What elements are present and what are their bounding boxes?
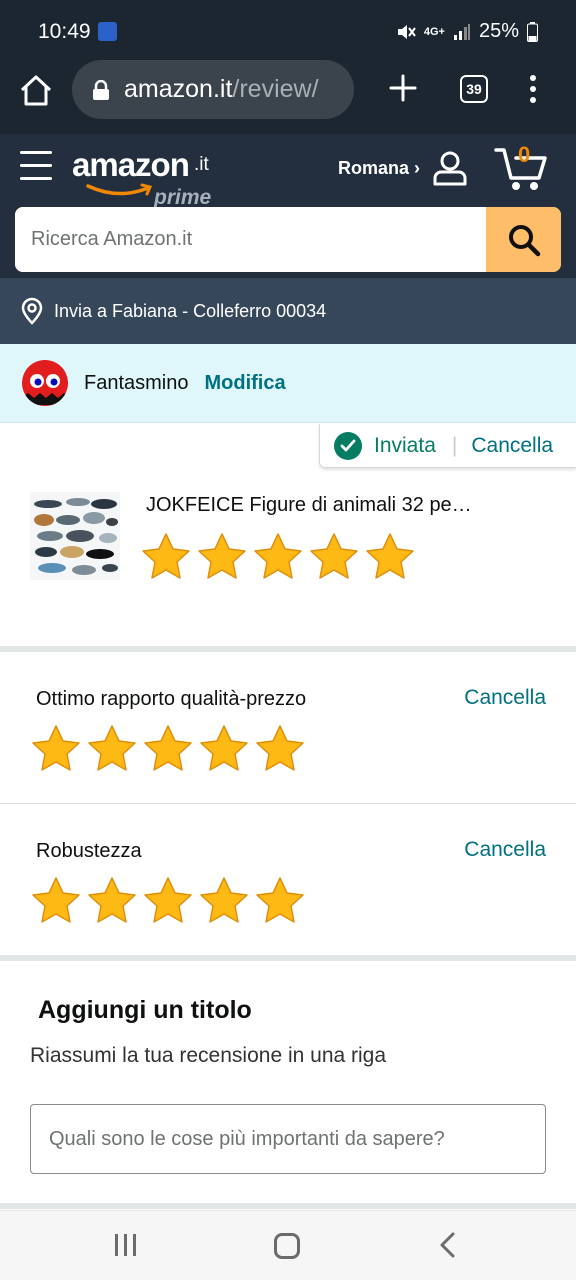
avatar [22,360,68,406]
status-indicators: 4G+ 25% [396,20,538,43]
attribute-rating-value: Ottimo rapporto qualità-prezzo Cancella [0,652,576,802]
attribute-cancel-link[interactable]: Cancella [464,838,546,862]
recent-apps-icon[interactable] [113,1233,139,1257]
battery-icon [527,21,538,42]
review-status-tag: Inviata | Cancella [319,424,576,468]
review-title-input[interactable] [30,1104,546,1174]
url-path: /review/ [232,75,319,103]
attribute-stars [30,724,306,774]
star-4[interactable] [308,532,360,582]
system-navigation-bar [0,1210,576,1280]
attribute-cancel-link[interactable]: Cancella [464,686,546,710]
animal-figures-image [30,492,120,580]
star-2[interactable] [196,532,248,582]
star-3[interactable] [252,532,304,582]
star-2[interactable] [86,724,138,774]
star-4[interactable] [198,724,250,774]
overflow-menu-icon[interactable] [526,73,540,105]
back-icon[interactable] [438,1231,458,1259]
product-summary: JOKFEICE Figure di animali 32 pe… [0,488,576,646]
star-4[interactable] [198,876,250,926]
star-1[interactable] [30,876,82,926]
search-button[interactable] [486,207,561,272]
logo-word: amazon [72,146,190,183]
search-bar [15,207,561,272]
cart-count: 0 [518,142,531,167]
check-icon [334,431,362,460]
edit-profile-link[interactable]: Modifica [205,372,286,395]
star-1[interactable] [30,724,82,774]
overall-rating-stars [140,532,416,582]
star-5[interactable] [254,876,306,926]
notification-icon [98,22,117,41]
reviewer-profile: Fantasmino Modifica [0,344,576,423]
product-thumbnail [30,492,120,580]
amazon-header: amazon .it prime Romana › 0 [0,134,576,278]
home-nav-icon[interactable] [274,1233,300,1259]
attribute-label: Robustezza [36,840,142,862]
lock-icon [93,79,109,100]
url-bar[interactable]: amazon.it/review/ [72,60,354,119]
logo-tld: .it [194,154,209,175]
attribute-stars [30,876,306,926]
star-2[interactable] [86,876,138,926]
profile-name: Fantasmino [84,371,189,394]
url-domain: amazon.it [124,75,233,103]
search-icon [508,224,540,256]
account-icon[interactable] [432,150,468,186]
plus-icon[interactable] [388,73,418,103]
amazon-logo[interactable]: amazon .it prime [72,146,222,209]
attribute-label: Ottimo rapporto qualità-prezzo [36,688,307,710]
star-3[interactable] [142,724,194,774]
delivery-location[interactable]: Invia a Fabiana - Colleferro 00034 [0,278,576,344]
title-section-subtitle: Riassumi la tua recensione in una riga [30,1044,387,1067]
home-icon[interactable] [18,73,54,109]
browser-toolbar: amazon.it/review/ 39 [0,60,576,134]
separator: | [451,433,458,457]
mute-icon [397,24,416,39]
smile-arrow-icon [86,183,153,196]
product-title: JOKFEICE Figure di animali 32 pe… [146,494,472,516]
delivery-text: Invia a Fabiana - Colleferro 00034 [54,300,327,321]
attribute-rating-robustness: Robustezza Cancella [0,804,576,954]
star-5[interactable] [254,724,306,774]
star-5[interactable] [364,532,416,582]
star-3[interactable] [142,876,194,926]
status-bar: 10:49 4G+ 25% [0,0,576,60]
network-label: 4G+ [423,25,445,38]
battery-percent: 25% [478,20,519,42]
cancel-review-link[interactable]: Cancella [471,434,553,458]
status-time: 10:49 [38,20,91,43]
account-link[interactable]: Romana › [338,158,420,179]
section-divider [0,1203,576,1209]
ghost-avatar-icon [22,360,68,406]
star-1[interactable] [140,532,192,582]
title-section-heading: Aggiungi un titolo [38,996,252,1024]
search-input[interactable] [15,207,486,272]
location-pin-icon [21,297,43,325]
section-divider [0,955,576,961]
tabs-button[interactable]: 39 [460,75,488,103]
signal-icon [453,23,470,40]
hamburger-icon[interactable] [20,151,52,181]
status-label: Inviata [374,433,436,457]
